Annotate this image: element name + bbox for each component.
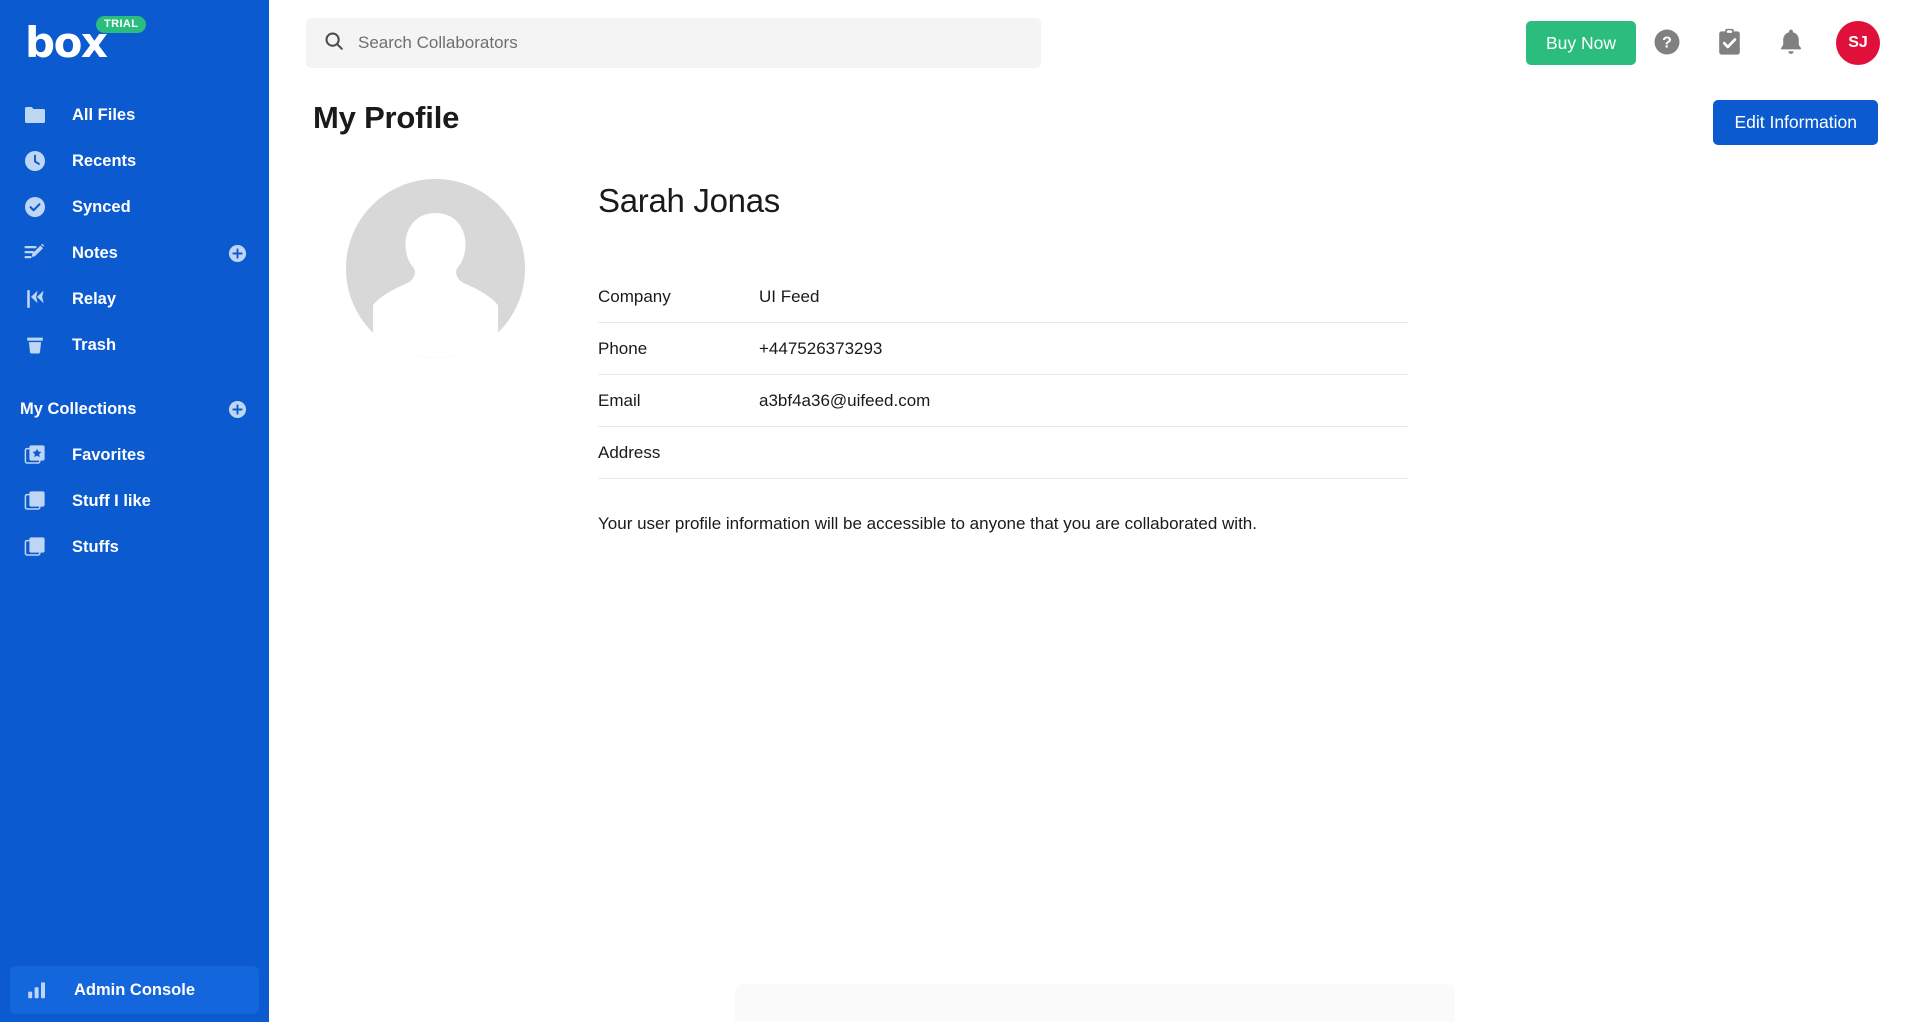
sidebar-item-label: Favorites — [72, 445, 146, 464]
topbar-actions: Buy Now ? SJ — [1525, 12, 1890, 74]
folder-icon — [20, 100, 50, 130]
svg-text:?: ? — [1662, 34, 1672, 51]
trash-icon — [20, 330, 50, 360]
field-label: Company — [598, 286, 671, 306]
buy-now-button[interactable]: Buy Now — [1525, 21, 1636, 65]
notes-icon — [20, 238, 50, 268]
sidebar-item-stuffs[interactable]: Stuffs — [0, 524, 269, 570]
search-input[interactable] — [358, 18, 1023, 68]
add-collection-plus-circle-icon[interactable] — [227, 399, 247, 419]
table-row: Address — [598, 427, 1408, 479]
sidebar-item-notes[interactable]: Notes — [0, 230, 269, 276]
bell-icon — [1778, 28, 1804, 59]
field-label: Phone — [598, 338, 648, 358]
sidebar-item-label: Stuffs — [72, 537, 119, 556]
main-area: Buy Now ? — [269, 0, 1920, 1022]
clock-icon — [20, 146, 50, 176]
avatar[interactable]: SJ — [1836, 21, 1880, 65]
check-circle-icon — [20, 192, 50, 222]
collection-icon — [20, 486, 50, 516]
trial-badge: TRIAL — [96, 16, 147, 33]
profile-privacy-note: Your user profile information will be ac… — [598, 514, 1257, 533]
page-title: My Profile — [313, 100, 460, 135]
table-row: Email a3bf4a36@uifeed.com — [598, 375, 1408, 427]
notifications-button[interactable] — [1760, 12, 1822, 74]
sidebar-item-label: Synced — [72, 197, 131, 216]
user-name: Sarah Jonas — [598, 182, 780, 219]
sidebar-item-recents[interactable]: Recents — [0, 138, 269, 184]
collection-icon — [20, 532, 50, 562]
table-row: Company UI Feed — [598, 271, 1408, 323]
admin-console-label: Admin Console — [74, 980, 196, 999]
sidebar-item-all-files[interactable]: All Files — [0, 92, 269, 138]
sidebar-item-label: Relay — [72, 289, 117, 308]
bottom-toast — [734, 984, 1455, 1022]
help-icon: ? — [1653, 28, 1681, 59]
field-value: UI Feed — [759, 286, 820, 306]
table-row: Phone +447526373293 — [598, 323, 1408, 375]
field-label: Email — [598, 390, 641, 410]
sidebar-item-synced[interactable]: Synced — [0, 184, 269, 230]
sidebar-item-label: Notes — [72, 243, 118, 262]
add-note-plus-circle-icon[interactable] — [227, 243, 247, 263]
topbar: Buy Now ? — [269, 0, 1920, 86]
my-collections-title: My Collections — [20, 399, 137, 418]
sidebar-item-label: Trash — [72, 335, 117, 354]
bar-chart-icon — [22, 975, 52, 1005]
sidebar: box TRIAL All Files Recents Synced Notes… — [0, 0, 269, 1022]
user-silhouette-avatar — [346, 179, 525, 358]
search-icon — [324, 31, 344, 56]
my-collections-header: My Collections — [0, 386, 269, 432]
field-value: a3bf4a36@uifeed.com — [759, 390, 931, 410]
field-value: +447526373293 — [759, 338, 883, 358]
profile-body: Sarah Jonas Company UI Feed Phone +44752… — [313, 179, 1880, 534]
edit-information-button[interactable]: Edit Information — [1713, 100, 1878, 145]
sidebar-item-trash[interactable]: Trash — [0, 322, 269, 368]
sidebar-item-label: All Files — [72, 105, 136, 124]
sidebar-item-relay[interactable]: Relay — [0, 276, 269, 322]
help-button[interactable]: ? — [1636, 12, 1698, 74]
sidebar-item-stuff-i-like[interactable]: Stuff I like — [0, 478, 269, 524]
sidebar-nav: All Files Recents Synced Notes Relay Tra… — [0, 92, 269, 570]
field-label: Address — [598, 442, 661, 462]
favorites-collection-icon — [20, 440, 50, 470]
admin-console-button[interactable]: Admin Console — [10, 966, 259, 1014]
page-header: My Profile Edit Information — [313, 86, 1880, 145]
sidebar-item-favorites[interactable]: Favorites — [0, 432, 269, 478]
profile-info: Sarah Jonas Company UI Feed Phone +44752… — [598, 179, 1408, 534]
relay-icon — [20, 284, 50, 314]
page-content: My Profile Edit Information Sarah Jonas … — [269, 86, 1920, 1022]
app-root: box TRIAL All Files Recents Synced Notes… — [0, 0, 1920, 1022]
profile-info-table: Company UI Feed Phone +447526373293 Emai… — [598, 271, 1408, 479]
box-logo: box — [25, 18, 108, 67]
clipboard-check-icon — [1716, 28, 1743, 59]
tasks-button[interactable] — [1698, 12, 1760, 74]
brand[interactable]: box TRIAL — [0, 0, 269, 86]
search-box[interactable] — [306, 18, 1041, 68]
sidebar-item-label: Recents — [72, 151, 137, 170]
sidebar-item-label: Stuff I like — [72, 491, 151, 510]
